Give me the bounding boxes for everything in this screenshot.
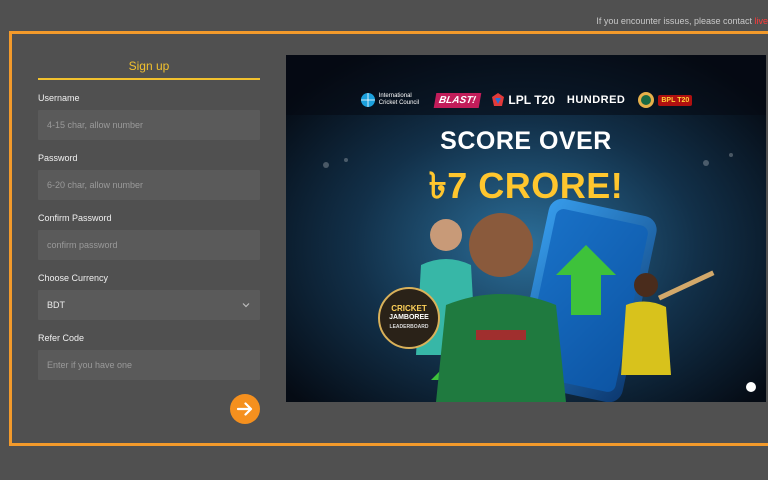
bpl-emblem-icon — [638, 92, 655, 108]
lpl-logo-text: LPL T20 — [508, 93, 555, 107]
password-label: Password — [38, 153, 78, 163]
badge-line3: LEADERBOARD — [389, 324, 429, 330]
confirm-password-input[interactable] — [38, 230, 260, 260]
username-label: Username — [38, 93, 80, 103]
contact-notice-text: If you encounter issues, please contact — [596, 16, 755, 26]
refer-code-label: Refer Code — [38, 333, 85, 343]
promo-banner[interactable]: International Cricket Council BLAST! LPL… — [286, 55, 766, 402]
signup-form: Sign up Username Password Confirm Passwo… — [38, 54, 260, 380]
badge-line1: CRICKET — [391, 304, 427, 313]
globe-icon — [360, 93, 375, 107]
banner-prize-amount: ৳7 CRORE! — [428, 165, 624, 206]
currency-select[interactable]: BDT — [38, 290, 260, 320]
password-input[interactable] — [38, 170, 260, 200]
bpl-logo: BPL T20 — [637, 91, 693, 109]
username-input[interactable] — [38, 110, 260, 140]
contact-notice: If you encounter issues, please contact … — [596, 16, 768, 26]
icc-logo-text: International Cricket Council — [378, 93, 420, 106]
refer-code-input[interactable] — [38, 350, 260, 380]
league-logos: International Cricket Council BLAST! LPL… — [286, 85, 766, 115]
chevron-down-icon — [241, 300, 251, 310]
banner-headline: SCORE OVER — [440, 127, 612, 155]
bpl-logo-text: BPL T20 — [658, 94, 693, 106]
badge-line2: JAMBOREE — [389, 314, 429, 321]
leaderboard-badge: CRICKET JAMBOREE LEADERBOARD — [378, 287, 440, 349]
currency-value: BDT — [47, 300, 65, 310]
blast-logo: BLAST! — [433, 92, 481, 108]
icc-logo: International Cricket Council — [360, 92, 423, 108]
confirm-password-label: Confirm Password — [38, 213, 112, 223]
arrow-right-icon — [237, 402, 253, 416]
currency-label: Choose Currency — [38, 273, 109, 283]
submit-button[interactable] — [230, 394, 260, 424]
carousel-indicator[interactable] — [746, 382, 756, 392]
lpl-emblem-icon — [492, 93, 505, 106]
hundred-logo: HUNDRED — [566, 94, 626, 106]
lpl-logo: LPL T20 — [491, 92, 555, 108]
live-chat-link[interactable]: live — [754, 16, 768, 26]
signup-tab[interactable]: Sign up — [38, 54, 260, 80]
